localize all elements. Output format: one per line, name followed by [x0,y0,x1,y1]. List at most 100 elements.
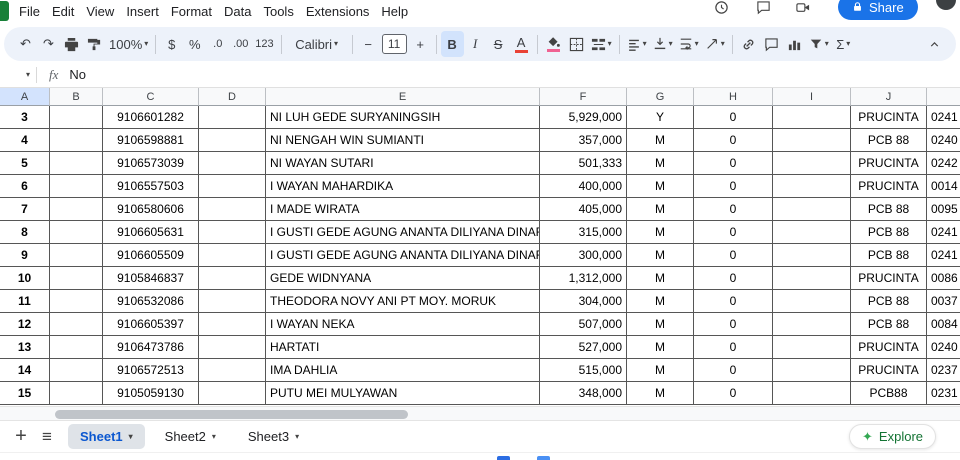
format-percent-button[interactable]: % [183,31,206,57]
cell[interactable]: 0241 [927,221,960,244]
cell[interactable]: 0037 [927,290,960,313]
menu-edit[interactable]: Edit [46,2,80,21]
cell[interactable]: 0 [694,267,773,290]
cell[interactable]: M [627,313,694,336]
cell[interactable]: 9106532086 [103,290,199,313]
create-filter-button[interactable]: ▾ [806,31,832,57]
cell[interactable] [773,198,851,221]
cell[interactable]: PCB 88 [851,221,927,244]
cell[interactable]: 0 [694,336,773,359]
text-color-button[interactable]: A [510,31,533,57]
cell[interactable]: I WAYAN MAHARDIKA [266,175,540,198]
cell[interactable]: 0086 [927,267,960,290]
insert-chart-button[interactable] [783,31,806,57]
cell[interactable] [199,221,266,244]
cell[interactable] [773,382,851,405]
cell[interactable]: 0241 [927,244,960,267]
cell[interactable]: 357,000 [540,129,627,152]
vertical-align-button[interactable]: ▾ [650,31,676,57]
cell[interactable]: 9105846837 [103,267,199,290]
format-currency-button[interactable]: $ [160,31,183,57]
cell[interactable]: 405,000 [540,198,627,221]
strikethrough-button[interactable]: S [487,31,510,57]
row-header[interactable]: 7 [0,198,50,221]
cell[interactable]: 348,000 [540,382,627,405]
text-wrap-button[interactable]: ▾ [676,31,702,57]
cell[interactable]: 501,333 [540,152,627,175]
cell[interactable]: I GUSTI GEDE AGUNG ANANTA DILIYANA DINAR [266,244,540,267]
version-history-icon[interactable] [712,0,730,16]
cell[interactable]: PRUCINTA [851,267,927,290]
menu-format[interactable]: Format [165,2,218,21]
cell[interactable] [50,106,103,129]
cell[interactable]: 527,000 [540,336,627,359]
insert-comment-button[interactable] [760,31,783,57]
cell[interactable]: 400,000 [540,175,627,198]
cell[interactable] [773,359,851,382]
cell[interactable]: 9106605631 [103,221,199,244]
formula-input[interactable]: No [69,67,86,82]
cell[interactable]: NI WAYAN SUTARI [266,152,540,175]
undo-button[interactable]: ↶ [14,31,37,57]
increase-decimal-button[interactable]: .00 [229,31,252,57]
cell[interactable] [50,359,103,382]
cell[interactable]: 0 [694,290,773,313]
cell[interactable]: 0 [694,175,773,198]
tab-sheet2[interactable]: Sheet2 ▾ [153,424,228,449]
cell[interactable]: PRUCINTA [851,106,927,129]
cell[interactable]: PCB 88 [851,244,927,267]
cell[interactable]: 0242 [927,152,960,175]
cell[interactable]: 9106557503 [103,175,199,198]
horizontal-align-button[interactable]: ▾ [624,31,650,57]
cell[interactable] [773,221,851,244]
cell[interactable] [773,267,851,290]
insert-link-button[interactable] [737,31,760,57]
cell[interactable] [199,244,266,267]
hide-toolbar-button[interactable] [923,31,946,57]
column-header-partial[interactable] [927,88,960,106]
menu-tools[interactable]: Tools [257,2,299,21]
cell[interactable] [199,198,266,221]
menu-file[interactable]: File [13,2,46,21]
cell[interactable] [199,267,266,290]
cell[interactable]: M [627,244,694,267]
cell[interactable]: I MADE WIRATA [266,198,540,221]
cell[interactable]: 0084 [927,313,960,336]
cell[interactable] [199,152,266,175]
print-button[interactable] [60,31,83,57]
increase-font-size-button[interactable]: + [409,31,432,57]
row-header[interactable]: 6 [0,175,50,198]
column-header-G[interactable]: G [627,88,694,106]
cell[interactable]: M [627,221,694,244]
more-formats-button[interactable]: 123 [252,31,276,57]
bold-button[interactable]: B [440,31,464,57]
borders-button[interactable] [565,31,588,57]
cell[interactable]: PCB 88 [851,129,927,152]
tab-sheet3[interactable]: Sheet3 ▾ [236,424,311,449]
cell[interactable]: 0 [694,382,773,405]
cell[interactable]: M [627,152,694,175]
cell[interactable]: M [627,382,694,405]
scrollbar-thumb[interactable] [55,410,408,419]
cell[interactable]: M [627,267,694,290]
cell[interactable]: 9106573039 [103,152,199,175]
menu-help[interactable]: Help [375,2,414,21]
cell[interactable]: 0 [694,359,773,382]
cell[interactable] [199,336,266,359]
row-header[interactable]: 5 [0,152,50,175]
cell[interactable]: 315,000 [540,221,627,244]
cell[interactable]: 0240 [927,336,960,359]
cell[interactable] [199,106,266,129]
column-header-H[interactable]: H [694,88,773,106]
decrease-font-size-button[interactable]: − [357,31,380,57]
merge-cells-button[interactable]: ▾ [588,31,615,57]
cell[interactable] [773,290,851,313]
italic-button[interactable]: I [464,31,487,57]
row-header[interactable]: 13 [0,336,50,359]
redo-button[interactable]: ↷ [37,31,60,57]
tab-sheet1[interactable]: Sheet1 ▾ [68,424,145,449]
row-header[interactable]: 8 [0,221,50,244]
zoom-select[interactable]: 100% ▾ [106,31,151,57]
cell[interactable] [199,129,266,152]
column-header-E[interactable]: E [266,88,540,106]
